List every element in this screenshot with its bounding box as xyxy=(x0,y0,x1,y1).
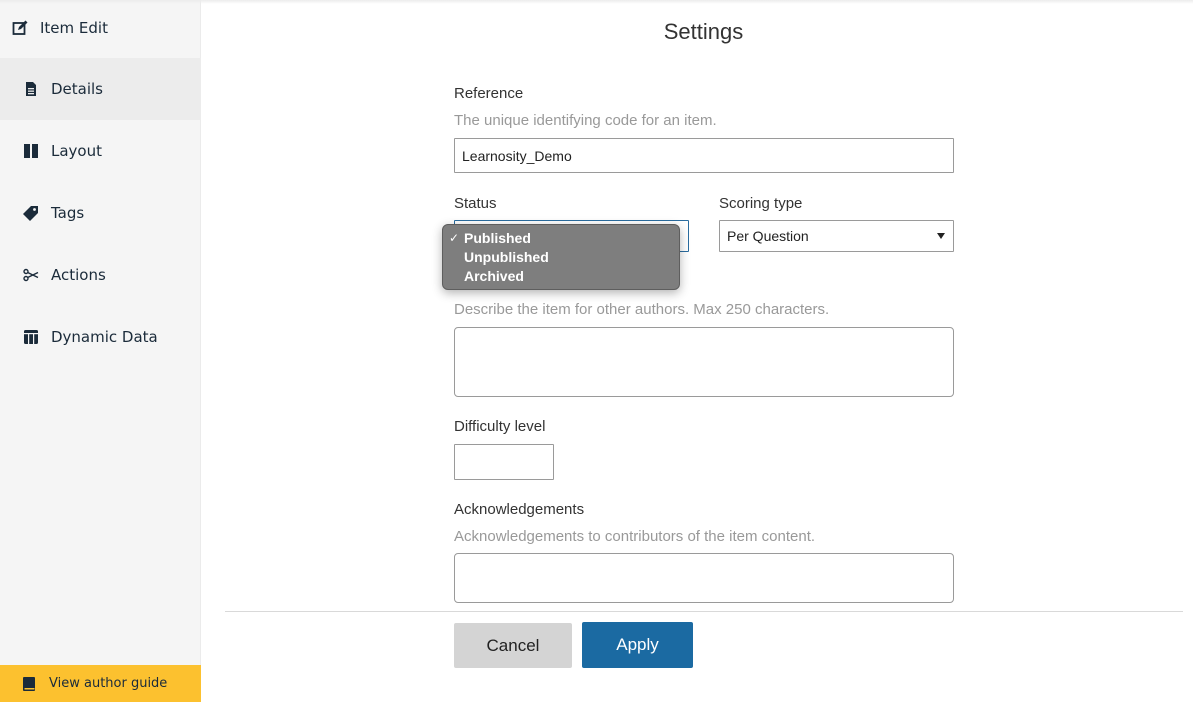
difficulty-input[interactable] xyxy=(454,444,554,480)
status-option-unpublished[interactable]: Unpublished xyxy=(443,248,679,267)
scissors-icon xyxy=(22,266,40,284)
tag-icon xyxy=(22,204,40,222)
sidebar-item-actions[interactable]: Actions xyxy=(0,244,201,306)
sidebar-item-label: Tags xyxy=(51,204,85,222)
option-label: Archived xyxy=(464,268,524,284)
status-dropdown-menu: ✓ Published Unpublished Archived xyxy=(442,224,680,290)
table-icon xyxy=(22,328,40,346)
page-title: Settings xyxy=(663,19,744,44)
sidebar-item-label: Layout xyxy=(51,142,102,160)
sidebar-item-tags[interactable]: Tags xyxy=(0,182,201,244)
view-author-guide-label: View author guide xyxy=(49,676,168,691)
footer-divider xyxy=(225,611,1183,612)
sidebar-header-label: Item Edit xyxy=(40,18,108,37)
scoring-type-value: Per Question xyxy=(727,228,809,244)
scoring-type-select[interactable]: Per Question xyxy=(719,220,954,252)
sidebar-item-label: Actions xyxy=(51,266,106,284)
apply-button[interactable]: Apply xyxy=(582,622,693,668)
status-option-archived[interactable]: Archived xyxy=(443,267,679,286)
book-icon xyxy=(22,675,36,693)
description-help: Describe the item for other authors. Max… xyxy=(454,301,830,318)
difficulty-label: Difficulty level xyxy=(454,418,546,435)
status-option-published[interactable]: ✓ Published xyxy=(443,229,679,248)
checkmark-icon: ✓ xyxy=(449,231,460,245)
option-label: Unpublished xyxy=(464,249,549,265)
sidebar: Item Edit Details Layout Tags Actions Dy… xyxy=(0,0,201,702)
reference-input[interactable]: Learnosity_Demo xyxy=(454,138,954,173)
acknowledgements-label: Acknowledgements xyxy=(454,501,585,518)
reference-label: Reference xyxy=(454,85,524,102)
sidebar-item-details[interactable]: Details xyxy=(0,58,201,120)
sidebar-item-dynamic-data[interactable]: Dynamic Data xyxy=(0,306,201,368)
reference-value: Learnosity_Demo xyxy=(462,147,572,164)
reference-help: The unique identifying code for an item. xyxy=(454,112,717,129)
sidebar-item-label: Details xyxy=(51,80,104,98)
view-author-guide-button[interactable]: View author guide xyxy=(0,665,201,702)
sidebar-item-label: Dynamic Data xyxy=(51,328,158,346)
chevron-down-icon xyxy=(937,233,945,239)
acknowledgements-help: Acknowledgements to contributors of the … xyxy=(454,528,816,545)
status-label: Status xyxy=(454,195,497,212)
cancel-button[interactable]: Cancel xyxy=(454,623,572,668)
acknowledgements-textarea[interactable] xyxy=(454,553,954,603)
description-textarea[interactable] xyxy=(454,327,954,397)
sidebar-header-item-edit[interactable]: Item Edit xyxy=(0,0,201,55)
file-text-icon xyxy=(22,80,40,98)
sidebar-item-layout[interactable]: Layout xyxy=(0,120,201,182)
edit-icon xyxy=(11,19,29,37)
option-label: Published xyxy=(464,230,531,246)
columns-icon xyxy=(22,142,40,160)
scoring-type-label: Scoring type xyxy=(719,195,803,212)
